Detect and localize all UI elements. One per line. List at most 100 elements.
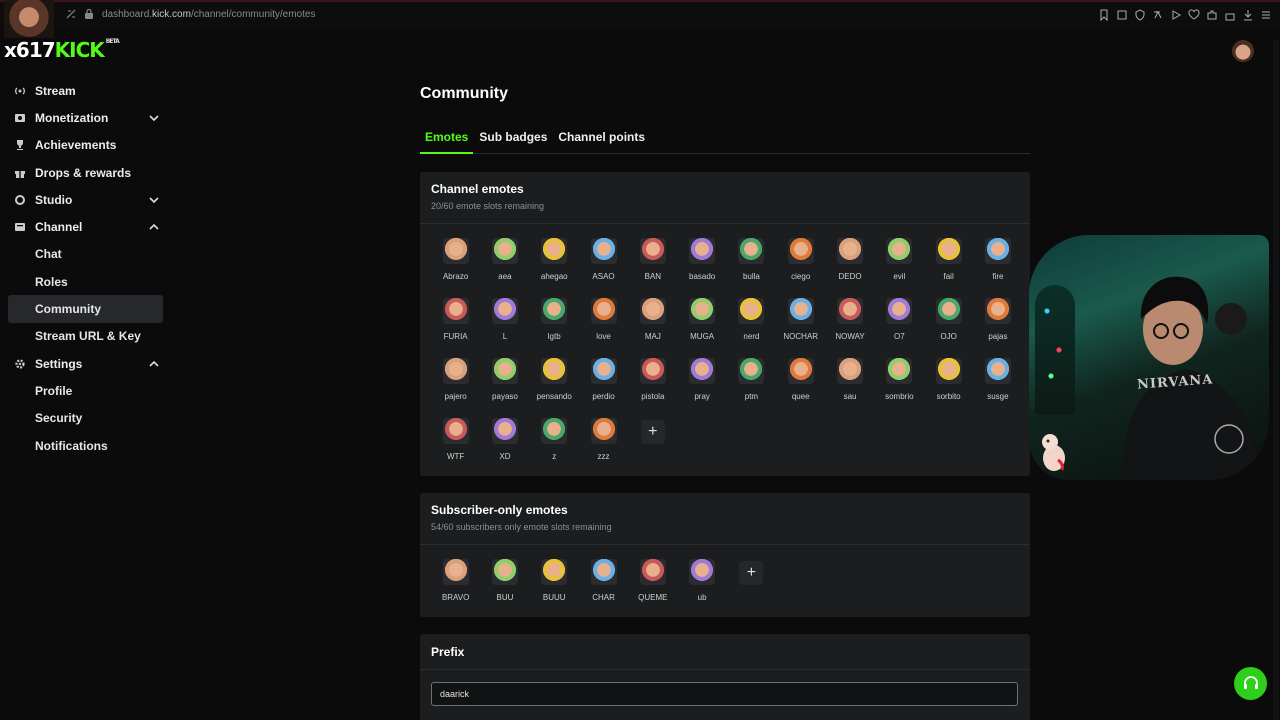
sidebar-item-achievements[interactable]: Achievements — [8, 132, 163, 159]
shield-icon[interactable] — [1134, 8, 1146, 21]
chevron-down-icon[interactable] — [149, 113, 159, 123]
emote-item[interactable]: QUEME — [628, 553, 677, 613]
emote-item[interactable]: CHAR — [579, 553, 628, 613]
emote-item[interactable]: fire — [973, 232, 1022, 292]
emote-item[interactable]: ahegao — [530, 232, 579, 292]
emote-name: quee — [791, 392, 810, 401]
translate-icon[interactable] — [1152, 8, 1164, 20]
help-chat-button[interactable] — [1234, 667, 1267, 700]
emote-item[interactable]: pray — [677, 352, 726, 412]
dollar-icon — [14, 112, 26, 124]
user-avatar[interactable] — [1232, 40, 1254, 62]
play-icon[interactable] — [1170, 8, 1182, 20]
emote-item[interactable]: L — [480, 292, 529, 352]
emote-item[interactable]: ASAO — [579, 232, 628, 292]
emote-item[interactable]: MAJ — [628, 292, 677, 352]
emote-name: evil — [893, 272, 906, 281]
sidebar-item-studio[interactable]: Studio — [8, 186, 163, 213]
emote-item[interactable]: BUU — [480, 553, 529, 613]
sidebar-item-stream-url-key[interactable]: Stream URL & Key — [8, 323, 163, 350]
emote-item[interactable]: FURIA — [431, 292, 480, 352]
emote-item[interactable]: quee — [776, 352, 825, 412]
emote-item[interactable]: perdio — [579, 352, 628, 412]
emote-item[interactable]: NOWAY — [825, 292, 874, 352]
tab-emotes[interactable]: Emotes — [420, 124, 474, 154]
site-settings-icon[interactable] — [65, 8, 77, 20]
lock-extension-icon[interactable] — [1224, 8, 1236, 21]
emote-item[interactable]: pistola — [628, 352, 677, 412]
emote-item[interactable]: bulla — [727, 232, 776, 292]
emote-item[interactable]: z — [530, 412, 579, 472]
emote-item[interactable]: XD — [480, 412, 529, 472]
tab-sub-badges[interactable]: Sub badges — [474, 124, 552, 154]
url-text[interactable]: dashboard.kick.com/channel/community/emo… — [102, 9, 315, 20]
emote-item[interactable]: BAN — [628, 232, 677, 292]
heart-icon[interactable] — [1188, 8, 1200, 20]
emote-image — [689, 298, 716, 324]
emote-item[interactable]: sorbito — [924, 352, 973, 412]
channel-emotes-card: Channel emotes 20/60 emote slots remaini… — [420, 172, 1030, 476]
emote-item[interactable]: pajas — [973, 292, 1022, 352]
emote-item[interactable]: zzz — [579, 412, 628, 472]
emote-item[interactable]: O7 — [875, 292, 924, 352]
sidebar-item-chat[interactable]: Chat — [8, 241, 163, 268]
trophy-icon — [14, 139, 26, 151]
emote-item[interactable]: basado — [677, 232, 726, 292]
lock-icon[interactable] — [84, 8, 94, 20]
emote-item[interactable]: ptm — [727, 352, 776, 412]
emote-item[interactable]: love — [579, 292, 628, 352]
bookmark-icon[interactable] — [1098, 8, 1110, 22]
sidebar-item-settings[interactable]: Settings — [8, 350, 163, 377]
emote-item[interactable]: ub — [677, 553, 726, 613]
emote-image — [541, 298, 568, 324]
extensions-icon[interactable] — [1206, 8, 1218, 20]
emote-item[interactable]: pensando — [530, 352, 579, 412]
emote-item[interactable]: Abrazo — [431, 232, 480, 292]
emote-item[interactable]: sombrio — [875, 352, 924, 412]
emote-item[interactable]: lgtb — [530, 292, 579, 352]
emote-item[interactable]: fail — [924, 232, 973, 292]
sidebar-item-notifications[interactable]: Notifications — [8, 432, 163, 459]
emote-item[interactable]: BUUU — [530, 553, 579, 613]
chevron-up-icon[interactable] — [149, 222, 159, 232]
screenshot-icon[interactable] — [1116, 8, 1128, 20]
add-emote-cell: + — [628, 412, 677, 472]
prefix-input[interactable]: daarick — [431, 682, 1018, 706]
chevron-down-icon[interactable] — [149, 195, 159, 205]
add-emote-button[interactable]: + — [640, 420, 665, 444]
emote-item[interactable]: susge — [973, 352, 1022, 412]
emote-item[interactable]: BRAVO — [431, 553, 480, 613]
emote-item[interactable]: payaso — [480, 352, 529, 412]
emote-name: BRAVO — [441, 593, 470, 602]
sidebar-item-security[interactable]: Security — [8, 405, 163, 432]
sidebar-item-monetization[interactable]: Monetization — [8, 104, 163, 131]
chevron-up-icon[interactable] — [149, 359, 159, 369]
emote-item[interactable]: DEDO — [825, 232, 874, 292]
emote-item[interactable]: MUGA — [677, 292, 726, 352]
emote-image — [590, 559, 617, 585]
scrollbar[interactable] — [1273, 40, 1279, 720]
emote-item[interactable]: ciego — [776, 232, 825, 292]
emote-item[interactable]: WTF — [431, 412, 480, 472]
emote-item[interactable]: aea — [480, 232, 529, 292]
emote-name: ptm — [744, 392, 759, 401]
emote-name: OJO — [940, 332, 957, 341]
sidebar-item-stream[interactable]: Stream — [8, 77, 163, 104]
emote-item[interactable]: nerd — [727, 292, 776, 352]
emote-item[interactable]: NOCHAR — [776, 292, 825, 352]
emote-item[interactable]: OJO — [924, 292, 973, 352]
tab-channel-points[interactable]: Channel points — [553, 124, 650, 154]
add-emote-button[interactable]: + — [739, 561, 764, 585]
emote-image — [886, 358, 913, 384]
emote-item[interactable]: pajero — [431, 352, 480, 412]
emote-item[interactable]: sau — [825, 352, 874, 412]
sidebar-item-channel[interactable]: Channel — [8, 213, 163, 240]
sidebar-item-community[interactable]: Community — [8, 295, 163, 323]
sidebar-item-roles[interactable]: Roles — [8, 268, 163, 295]
download-icon[interactable] — [1242, 8, 1254, 21]
sidebar-item-drops-rewards[interactable]: Drops & rewards — [8, 159, 163, 186]
menu-icon[interactable] — [1260, 8, 1272, 20]
emote-item[interactable]: evil — [875, 232, 924, 292]
sidebar-item-profile[interactable]: Profile — [8, 377, 163, 404]
emote-image — [935, 238, 962, 264]
